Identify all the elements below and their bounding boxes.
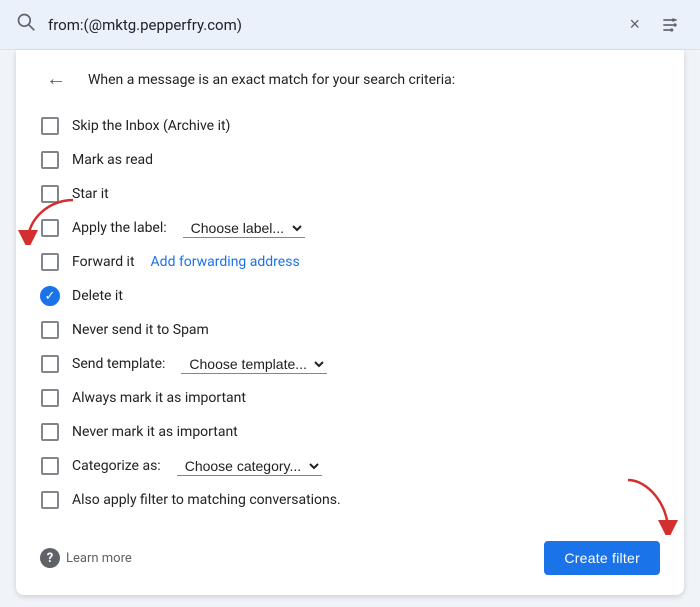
option-row-apply-filter: Also apply filter to matching conversati… (40, 483, 660, 517)
option-label-forward-it: Forward it (72, 254, 135, 270)
dropdown-send-template[interactable]: Choose template... (181, 355, 327, 374)
option-label-skip-inbox: Skip the Inbox (Archive it) (72, 118, 230, 134)
search-bar: from:(@mktg.pepperfry.com) × (0, 0, 700, 50)
checkbox-forward-it[interactable] (40, 252, 60, 272)
options-list: Skip the Inbox (Archive it) Mark as read S… (40, 109, 660, 517)
checkbox-apply-filter[interactable] (40, 490, 60, 510)
option-label-apply-filter: Also apply filter to matching conversati… (72, 492, 341, 508)
checkbox-always-important[interactable] (40, 388, 60, 408)
option-label-mark-as-read: Mark as read (72, 152, 153, 168)
option-label-never-important: Never mark it as important (72, 424, 238, 440)
search-icon (16, 12, 36, 37)
clear-search-button[interactable]: × (625, 10, 644, 39)
option-row-skip-inbox: Skip the Inbox (Archive it) (40, 109, 660, 143)
checkbox-star-it[interactable] (40, 184, 60, 204)
checkbox-apply-label[interactable] (40, 218, 60, 238)
checkbox-skip-inbox[interactable] (40, 116, 60, 136)
option-label-always-important: Always mark it as important (72, 390, 246, 406)
option-label-apply-label: Apply the label: (72, 220, 167, 236)
option-row-forward-it: Forward it Add forwarding address (40, 245, 660, 279)
dialog-header: ← When a message is an exact match for y… (40, 66, 660, 93)
checkbox-mark-as-read[interactable] (40, 150, 60, 170)
option-row-always-important: Always mark it as important (40, 381, 660, 415)
option-row-never-important: Never mark it as important (40, 415, 660, 449)
checkbox-delete-it[interactable]: ✓ (40, 286, 60, 306)
learn-more-link[interactable]: ? Learn more (40, 548, 132, 568)
option-label-never-spam: Never send it to Spam (72, 322, 209, 338)
option-row-delete-it: ✓ Delete it (40, 279, 660, 313)
create-filter-button[interactable]: Create filter (544, 541, 660, 575)
option-row-mark-as-read: Mark as read (40, 143, 660, 177)
checkbox-never-important[interactable] (40, 422, 60, 442)
dropdown-categorize-as[interactable]: Choose category... (177, 457, 322, 476)
checkbox-never-spam[interactable] (40, 320, 60, 340)
option-row-never-spam: Never send it to Spam (40, 313, 660, 347)
checkbox-send-template[interactable] (40, 354, 60, 374)
option-row-apply-label: Apply the label: Choose label... (40, 211, 660, 245)
option-row-star-it: Star it (40, 177, 660, 211)
help-icon: ? (40, 548, 60, 568)
dialog-footer: ? Learn more Create filter (40, 533, 660, 575)
option-label-delete-it: Delete it (72, 288, 123, 304)
search-actions: × (625, 10, 684, 39)
search-query: from:(@mktg.pepperfry.com) (48, 16, 613, 34)
filter-options-button[interactable] (656, 11, 684, 39)
checkbox-categorize-as[interactable] (40, 456, 60, 476)
option-row-send-template: Send template: Choose template... (40, 347, 660, 381)
option-label-star-it: Star it (72, 186, 109, 202)
option-row-categorize-as: Categorize as: Choose category... (40, 449, 660, 483)
learn-more-label: Learn more (66, 551, 132, 566)
filter-dialog: ← When a message is an exact match for y… (16, 50, 684, 595)
dialog-title: When a message is an exact match for you… (88, 72, 455, 88)
option-label-send-template: Send template: (72, 356, 165, 372)
back-button[interactable]: ← (40, 66, 72, 93)
forwarding-link[interactable]: Add forwarding address (151, 254, 300, 270)
option-label-categorize-as: Categorize as: (72, 458, 161, 474)
dropdown-apply-label[interactable]: Choose label... (183, 219, 305, 238)
